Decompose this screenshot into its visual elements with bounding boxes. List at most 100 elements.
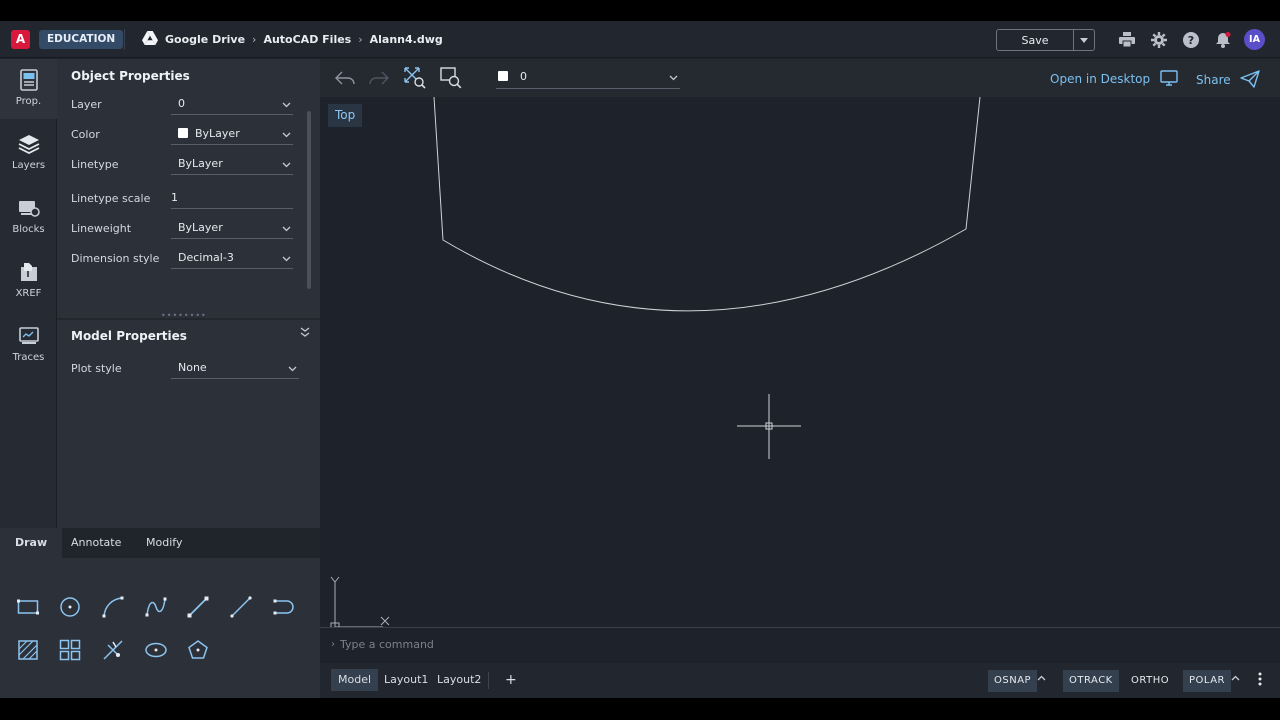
print-icon[interactable] — [1118, 31, 1135, 48]
collapse-icon[interactable] — [300, 326, 310, 341]
line-tool[interactable] — [184, 593, 212, 621]
crosshair-cursor — [737, 394, 801, 459]
zoom-window-icon[interactable] — [440, 67, 462, 89]
pline-arc-tool[interactable] — [270, 593, 298, 621]
tab-modify[interactable]: Modify — [131, 528, 197, 558]
prop-row-plot-style: Plot style None — [71, 357, 306, 381]
tab-layout1[interactable]: Layout1 — [377, 669, 435, 691]
linetype-scale-input[interactable]: 1 — [171, 187, 293, 209]
breadcrumb-autocad-files[interactable]: AutoCAD Files — [263, 33, 351, 46]
command-line: › — [320, 627, 1280, 663]
svg-text:?: ? — [1187, 34, 1193, 47]
spline-tool[interactable] — [142, 593, 170, 621]
layer-select[interactable]: 0 — [171, 93, 293, 115]
ucs-icon — [330, 576, 390, 627]
more-options-icon[interactable] — [1258, 672, 1262, 689]
prop-row-dimension-style: Dimension style Decimal-3 — [71, 247, 306, 271]
ellipse-tool[interactable] — [142, 636, 170, 664]
chevron-down-icon — [288, 362, 297, 375]
undo-icon[interactable] — [334, 67, 356, 89]
color-swatch — [178, 128, 188, 138]
tab-model[interactable]: Model — [331, 669, 379, 691]
rail-item-traces[interactable]: Traces — [0, 315, 57, 375]
prop-value: None — [178, 361, 207, 374]
polar-toggle[interactable]: POLAR — [1183, 670, 1231, 692]
trim-tool[interactable] — [99, 636, 127, 664]
drawing-geometry — [330, 97, 981, 627]
dimension-style-select[interactable]: Decimal-3 — [171, 247, 293, 269]
prop-value: ByLayer — [195, 127, 240, 140]
status-bar: Model Layout1 Layout2 + OSNAP OTRACK ORT… — [320, 663, 1280, 698]
prop-row-lineweight: Lineweight ByLayer — [71, 217, 306, 241]
left-rail: Prop. Layers Blocks XREF Traces — [0, 59, 57, 528]
rail-item-label: Layers — [11, 160, 46, 171]
properties-panel: Object Properties Layer 0 Color ByLayer … — [57, 59, 320, 528]
linetype-select[interactable]: ByLayer — [171, 153, 293, 175]
rail-item-blocks[interactable]: Blocks — [0, 187, 57, 247]
canvas-toolbar: 0 Open in Desktop Share — [320, 59, 1280, 97]
rectangle-tool[interactable] — [14, 593, 42, 621]
tab-layout2[interactable]: Layout2 — [430, 669, 488, 691]
redo-icon[interactable] — [368, 67, 390, 89]
polyline-tool[interactable] — [227, 593, 255, 621]
zoom-extents-icon[interactable] — [404, 67, 426, 89]
bell-icon[interactable] — [1214, 31, 1231, 48]
current-layer-select[interactable]: 0 — [496, 66, 680, 89]
array-icon — [59, 639, 81, 661]
polyline-icon — [230, 596, 252, 618]
chevron-up-icon[interactable] — [1037, 673, 1046, 684]
model-properties-title: Model Properties — [71, 329, 187, 343]
open-in-desktop-label: Open in Desktop — [1050, 72, 1151, 86]
status-divider — [488, 672, 489, 689]
prop-label: Color — [71, 128, 100, 141]
chevron-right-icon: › — [252, 33, 257, 46]
blocks-icon — [18, 197, 40, 219]
panel-scrollbar[interactable] — [307, 111, 311, 289]
prop-row-linetype-scale: Linetype scale 1 — [71, 187, 306, 211]
tab-annotate[interactable]: Annotate — [56, 528, 136, 558]
prop-row-layer: Layer 0 — [71, 93, 306, 117]
open-in-desktop-button[interactable]: Open in Desktop — [1050, 70, 1178, 86]
view-cube-label[interactable]: Top — [328, 104, 363, 127]
gear-icon[interactable] — [1150, 31, 1167, 48]
arc-icon — [102, 596, 124, 618]
tab-draw[interactable]: Draw — [0, 528, 63, 558]
rail-item-xref[interactable]: XREF — [0, 251, 57, 311]
autocad-logo[interactable]: A — [11, 30, 30, 49]
rail-item-layers[interactable]: Layers — [0, 123, 57, 183]
color-select[interactable]: ByLayer — [171, 123, 293, 145]
polygon-tool[interactable] — [184, 636, 212, 664]
command-input[interactable] — [340, 638, 640, 651]
osnap-toggle[interactable]: OSNAP — [988, 670, 1038, 692]
layer-color-swatch — [498, 71, 508, 81]
hatch-tool[interactable] — [14, 636, 42, 664]
add-layout-button[interactable]: + — [498, 669, 524, 691]
chevron-down-icon — [282, 222, 291, 235]
array-tool[interactable] — [56, 636, 84, 664]
chevron-up-icon[interactable] — [1231, 673, 1240, 684]
save-button[interactable]: Save — [997, 30, 1073, 50]
breadcrumb-google-drive[interactable]: Google Drive — [165, 33, 245, 46]
arc-tool[interactable] — [99, 593, 127, 621]
rail-item-label: Prop. — [15, 96, 42, 107]
share-button[interactable]: Share — [1196, 70, 1261, 88]
drawing-canvas[interactable]: Top — [320, 97, 1280, 627]
save-options-button[interactable] — [1073, 30, 1094, 50]
circle-tool[interactable] — [56, 593, 84, 621]
traces-icon — [18, 325, 40, 347]
prop-label: Plot style — [71, 362, 122, 375]
ortho-toggle[interactable]: ORTHO — [1125, 670, 1175, 692]
rectangle-icon — [17, 599, 39, 615]
xref-icon — [18, 261, 40, 283]
rail-item-properties[interactable]: Prop. — [0, 59, 57, 119]
otrack-toggle[interactable]: OTRACK — [1063, 670, 1119, 692]
lineweight-select[interactable]: ByLayer — [171, 217, 293, 239]
avatar[interactable]: IA — [1244, 29, 1265, 50]
chevron-down-icon — [282, 158, 291, 171]
autocad-web-app: A EDUCATION Google Drive › AutoCAD Files… — [0, 21, 1280, 698]
plot-style-select[interactable]: None — [171, 357, 299, 379]
chevron-right-icon: › — [358, 33, 363, 46]
circle-icon — [60, 597, 80, 617]
help-icon[interactable]: ? — [1182, 31, 1199, 48]
prop-row-color: Color ByLayer — [71, 123, 306, 147]
